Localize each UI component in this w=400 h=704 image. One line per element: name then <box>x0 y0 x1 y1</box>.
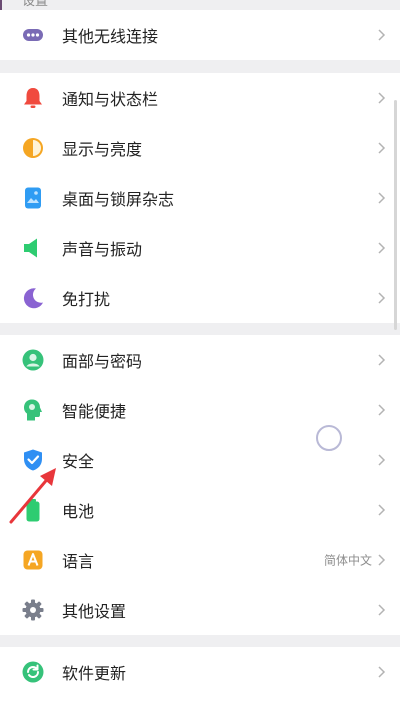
settings-item-other-wireless[interactable]: 其他无线连接 <box>0 10 400 60</box>
settings-item-sound[interactable]: 声音与振动 <box>0 223 400 273</box>
settings-item-display[interactable]: 显示与亮度 <box>0 123 400 173</box>
settings-item-label: 其他设置 <box>62 602 127 621</box>
settings-item-label: 通知与状态栏 <box>62 90 159 109</box>
more-dots-icon <box>20 22 46 48</box>
settings-page: 设置 其他无线连接 通知与状态栏 显示与亮度 桌面与锁屏杂志 声音与振动 免打扰… <box>0 0 400 704</box>
settings-item-label: 面部与密码 <box>62 352 143 371</box>
settings-item-label: 软件更新 <box>62 664 127 683</box>
section-divider <box>0 60 400 73</box>
settings-item-software-update[interactable]: 软件更新 <box>0 647 400 697</box>
header-fragment: 设置 <box>0 0 400 10</box>
settings-item-language[interactable]: 语言 简体中文 <box>0 535 400 585</box>
settings-item-label: 声音与振动 <box>62 240 143 259</box>
wallpaper-icon <box>20 185 46 211</box>
speaker-icon <box>20 235 46 261</box>
chevron-right-icon <box>376 191 386 205</box>
settings-item-face-password[interactable]: 面部与密码 <box>0 335 400 385</box>
settings-group-update: 软件更新 <box>0 647 400 704</box>
settings-group-display: 通知与状态栏 显示与亮度 桌面与锁屏杂志 声音与振动 免打扰 <box>0 73 400 323</box>
settings-item-label: 语言 <box>62 552 95 571</box>
language-current-value: 简体中文 <box>323 553 372 568</box>
settings-item-do-not-disturb[interactable]: 免打扰 <box>0 273 400 323</box>
chevron-right-icon <box>376 503 386 517</box>
settings-item-notifications[interactable]: 通知与状态栏 <box>0 73 400 123</box>
update-icon <box>20 659 46 685</box>
scrollbar[interactable] <box>394 100 397 330</box>
settings-item-other-settings[interactable]: 其他设置 <box>0 585 400 635</box>
chevron-right-icon <box>376 553 386 567</box>
chevron-right-icon <box>376 91 386 105</box>
bell-icon <box>20 85 46 111</box>
gear-icon <box>20 597 46 623</box>
chevron-right-icon <box>376 403 386 417</box>
language-icon <box>20 547 46 573</box>
chevron-right-icon <box>376 291 386 305</box>
chevron-right-icon <box>376 453 386 467</box>
settings-item-wallpaper[interactable]: 桌面与锁屏杂志 <box>0 173 400 223</box>
chevron-right-icon <box>376 603 386 617</box>
face-icon <box>20 347 46 373</box>
touch-indicator <box>316 425 342 451</box>
chevron-right-icon <box>376 241 386 255</box>
settings-item-label: 免打扰 <box>62 290 111 309</box>
settings-item-label: 显示与亮度 <box>62 140 143 159</box>
red-arrow-annotation <box>9 468 56 524</box>
section-divider <box>0 635 400 647</box>
header-fragment-text: 设置 <box>22 0 49 9</box>
settings-item-label: 安全 <box>62 452 95 471</box>
settings-group-connections: 其他无线连接 <box>0 10 400 60</box>
moon-icon <box>20 285 46 311</box>
settings-item-label: 智能便捷 <box>62 402 127 421</box>
chevron-right-icon <box>376 353 386 367</box>
chevron-right-icon <box>376 28 386 42</box>
chevron-right-icon <box>376 665 386 679</box>
settings-item-label: 桌面与锁屏杂志 <box>62 190 175 209</box>
section-divider <box>0 323 400 335</box>
settings-item-smart-shortcuts[interactable]: 智能便捷 <box>0 385 400 435</box>
settings-item-label: 电池 <box>62 502 95 521</box>
settings-item-label: 其他无线连接 <box>62 27 159 46</box>
chevron-right-icon <box>376 141 386 155</box>
smart-head-icon <box>20 397 46 423</box>
brightness-icon <box>20 135 46 161</box>
